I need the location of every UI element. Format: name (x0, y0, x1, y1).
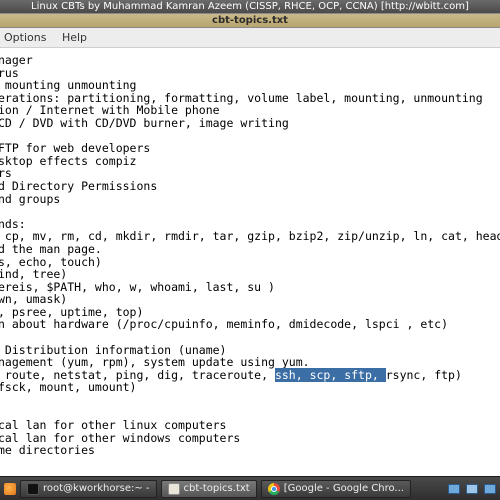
inner-title-bar[interactable]: cbt-topics.txt (0, 13, 500, 28)
inner-title-text: cbt-topics.txt (212, 15, 288, 26)
terminal-icon (27, 483, 39, 495)
text-selection: ssh, scp, sftp, (275, 368, 386, 382)
chrome-icon (268, 483, 280, 495)
text-before-selection: nager rus mounting unmounting erations: … (0, 53, 500, 382)
taskbar-item-label: [Google - Google Chro... (284, 483, 404, 494)
taskbar-item-chrome[interactable]: [Google - Google Chro... (261, 480, 411, 498)
taskbar-item-label: cbt-topics.txt (184, 483, 250, 494)
taskbar-item-label: root@kworkhorse:~ - (43, 483, 150, 494)
tray-icon[interactable] (448, 484, 460, 494)
menu-options[interactable]: Options (4, 31, 46, 44)
window-frame: Linux CBTs by Muhammad Kamran Azeem (CIS… (0, 0, 500, 500)
editor-viewport[interactable]: nager rus mounting unmounting erations: … (0, 48, 500, 476)
tray-icon[interactable] (466, 484, 478, 494)
editor-text[interactable]: nager rus mounting unmounting erations: … (0, 54, 500, 457)
gedit-icon (168, 483, 180, 495)
taskbar-item-gedit[interactable]: cbt-topics.txt (161, 480, 257, 498)
firefox-icon[interactable] (4, 483, 16, 495)
system-tray (448, 484, 496, 494)
taskbar-item-terminal[interactable]: root@kworkhorse:~ - (20, 480, 157, 498)
outer-title-text: Linux CBTs by Muhammad Kamran Azeem (CIS… (31, 1, 469, 12)
taskbar: root@kworkhorse:~ - cbt-topics.txt [Goog… (0, 476, 500, 500)
menubar: Options Help (0, 28, 500, 48)
tray-icon[interactable] (484, 484, 496, 494)
outer-title-bar: Linux CBTs by Muhammad Kamran Azeem (CIS… (0, 0, 500, 13)
menu-help[interactable]: Help (62, 31, 87, 44)
